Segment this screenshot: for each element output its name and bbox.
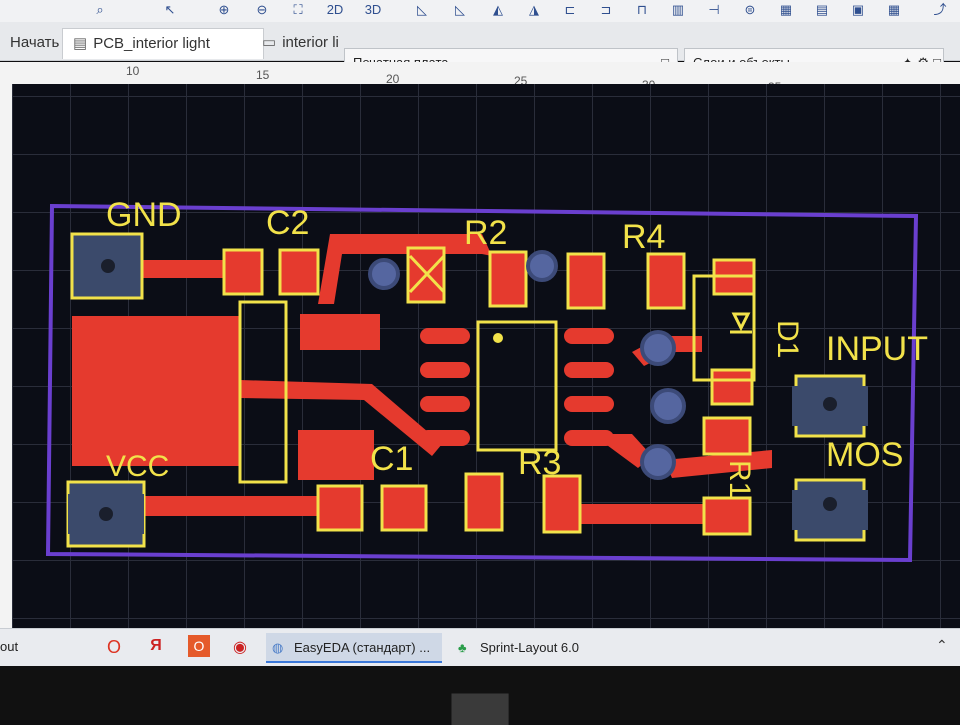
align-bottom-icon[interactable]: ◮ xyxy=(524,0,544,20)
pcb-canvas[interactable]: GND VCC C2 C1 R2 R4 R3 R1 D1 INPUT MOS xyxy=(12,84,960,632)
pad-r1-2 xyxy=(702,416,752,456)
pad-r2-2 xyxy=(488,250,528,308)
monitor-logo: ▆▆ xyxy=(452,684,508,725)
pad-c1-1 xyxy=(316,484,364,532)
align-horizontal-icon[interactable]: ⊏ xyxy=(560,0,580,20)
label-vcc: VCC xyxy=(106,450,170,483)
align-top-icon[interactable]: ◭ xyxy=(488,0,508,20)
app-icon[interactable]: ◉ xyxy=(230,637,250,657)
folder-icon: ▭ xyxy=(262,34,277,51)
label-r2: R2 xyxy=(464,214,508,252)
align-right-icon[interactable]: ◺ xyxy=(450,0,470,20)
ground-pour xyxy=(72,316,240,466)
distribute-grid-icon[interactable]: ▤ xyxy=(812,0,832,20)
label-r3: R3 xyxy=(518,444,562,482)
align-left-icon[interactable]: ◺ xyxy=(412,0,432,20)
label-r4: R4 xyxy=(622,218,666,256)
pad-c2-1 xyxy=(222,248,264,296)
taskbar: out O Я O ◉ ◍ EasyEDA (стандарт) ... ♣ S… xyxy=(0,628,960,667)
top-toolbar: ⌕ ↖ ⊕ ⊖ ⛶ 2D 3D ◺ ◺ ◭ ◮ ⊏ ⊐ ⊓ ▥ ⊣ ⊜ ▦ ▤ … xyxy=(0,0,960,23)
table-icon[interactable]: ▦ xyxy=(884,0,904,20)
diode-symbol xyxy=(731,312,751,332)
pad-d1-2 xyxy=(710,368,754,406)
tab-start-label: Начать xyxy=(10,34,60,51)
task-easyeda-label: EasyEDA (стандарт) ... xyxy=(294,640,431,655)
pad-c2-2 xyxy=(278,248,320,296)
opera-icon[interactable]: O xyxy=(104,637,124,657)
copper-pad-large xyxy=(300,314,380,350)
browser-icon: ◍ xyxy=(272,640,284,655)
label-r1: R1 xyxy=(723,460,756,499)
view-2d-button[interactable]: 2D xyxy=(322,0,348,20)
pad-r4-2 xyxy=(646,252,686,310)
taskbar-fragment: out xyxy=(0,639,19,654)
pcb-drawing xyxy=(45,203,919,563)
tab-pcb-label: PCB_interior light xyxy=(93,35,210,52)
tab-pcb-interior-light[interactable]: ▤ PCB_interior light xyxy=(62,28,264,59)
ic-soic8 xyxy=(420,320,614,452)
align-center-icon[interactable]: ⊓ xyxy=(632,0,652,20)
task-sprint-layout-label: Sprint-Layout 6.0 xyxy=(480,640,580,655)
copper-pad-large xyxy=(298,430,374,480)
ruler-mark: 15 xyxy=(256,68,270,82)
label-d1: D1 xyxy=(771,320,804,359)
export-icon[interactable]: ⤴ xyxy=(930,0,950,20)
sprint-layout-icon: ♣ xyxy=(458,640,467,655)
view-3d-button[interactable]: 3D xyxy=(360,0,386,20)
center-icon[interactable]: ⊜ xyxy=(740,0,760,20)
label-gnd: GND xyxy=(106,196,182,234)
label-mos: MOS xyxy=(826,436,904,474)
layout-icon[interactable]: ▣ xyxy=(848,0,868,20)
task-sprint-layout[interactable]: ♣ Sprint-Layout 6.0 xyxy=(452,633,622,663)
cursor-icon[interactable]: ↖ xyxy=(160,0,180,20)
pcb-file-icon: ▤ xyxy=(73,35,88,52)
ruler-mark: 10 xyxy=(126,64,140,78)
pad-r3-2 xyxy=(542,474,582,534)
chevron-up-icon[interactable]: ⌃ xyxy=(936,637,948,654)
pad-r3-1 xyxy=(464,472,504,532)
fit-icon[interactable]: ⛶ xyxy=(288,0,308,20)
pad-c1-2 xyxy=(380,484,428,532)
zoom-out-icon[interactable]: ⊖ xyxy=(252,0,272,20)
yandex-icon[interactable]: Я xyxy=(146,637,166,657)
distribute-icon[interactable]: ▥ xyxy=(668,0,688,20)
office-icon[interactable]: O xyxy=(188,635,210,657)
pad-r1-1 xyxy=(702,496,752,536)
label-input: INPUT xyxy=(826,330,928,368)
label-c2: C2 xyxy=(266,204,310,242)
zoom-in-icon[interactable]: ⊕ xyxy=(214,0,234,20)
grid-icon[interactable]: ▦ xyxy=(776,0,796,20)
label-c1: C1 xyxy=(370,440,414,478)
task-easyeda[interactable]: ◍ EasyEDA (стандарт) ... xyxy=(266,633,442,663)
pad-r4-1 xyxy=(566,252,606,310)
align-vertical-icon[interactable]: ⊐ xyxy=(596,0,616,20)
distribute-horizontal-icon[interactable]: ⊣ xyxy=(704,0,724,20)
top-ruler: 10 15 20 25 30 35 40 xyxy=(0,62,960,96)
tab-interior-label: interior li xyxy=(282,34,339,51)
search-icon[interactable]: ⌕ xyxy=(90,0,110,20)
